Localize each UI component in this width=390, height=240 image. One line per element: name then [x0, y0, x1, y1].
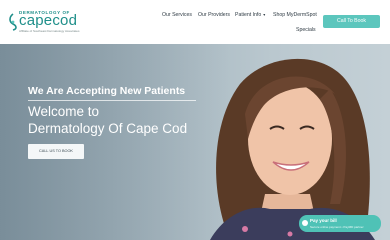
nav-our-services[interactable]: Our Services [162, 12, 192, 18]
nav-patient-info[interactable]: Patient Info ▾ [235, 12, 265, 18]
logo-subtitle: Affiliate of Southeast Dermatology Assoc… [19, 29, 80, 33]
nav-our-providers[interactable]: Our Providers [198, 12, 230, 18]
logo-main-text: capecod [19, 12, 78, 29]
call-us-to-book-button[interactable]: CALL US TO BOOK [28, 144, 84, 159]
chevron-down-icon: ▾ [263, 12, 266, 17]
hero-headline: Welcome to Dermatology Of Cape Cod [28, 103, 228, 137]
hero-headline-line-1: Welcome to [28, 104, 100, 119]
pay-bill-widget[interactable]: Pay your bill Secure online payment • Pa… [299, 215, 381, 232]
heading-divider [28, 100, 196, 101]
site-header: DERMATOLOGY OF capecod Affiliate of Sout… [0, 0, 390, 45]
site-logo[interactable]: DERMATOLOGY OF capecod Affiliate of Sout… [8, 10, 80, 34]
hero-portrait-image [210, 58, 375, 240]
call-to-book-button[interactable]: Call To Book [323, 15, 380, 28]
nav-patient-info-label: Patient Info [235, 12, 262, 18]
hero-section: We Are Accepting New Patients Welcome to… [0, 44, 390, 240]
chat-bubble-icon [302, 220, 308, 226]
leaf-swirl-icon [9, 13, 17, 31]
pay-bill-title: Pay your bill [310, 218, 337, 223]
accepting-patients-heading: We Are Accepting New Patients [28, 85, 186, 97]
nav-specials[interactable]: Specials [296, 27, 316, 33]
pay-bill-subtitle: Secure online payment • PayMD partner [310, 225, 364, 229]
hero-headline-line-2: Dermatology Of Cape Cod [28, 121, 188, 136]
nav-shop-mydermspot[interactable]: Shop MyDermSpot [273, 12, 317, 18]
